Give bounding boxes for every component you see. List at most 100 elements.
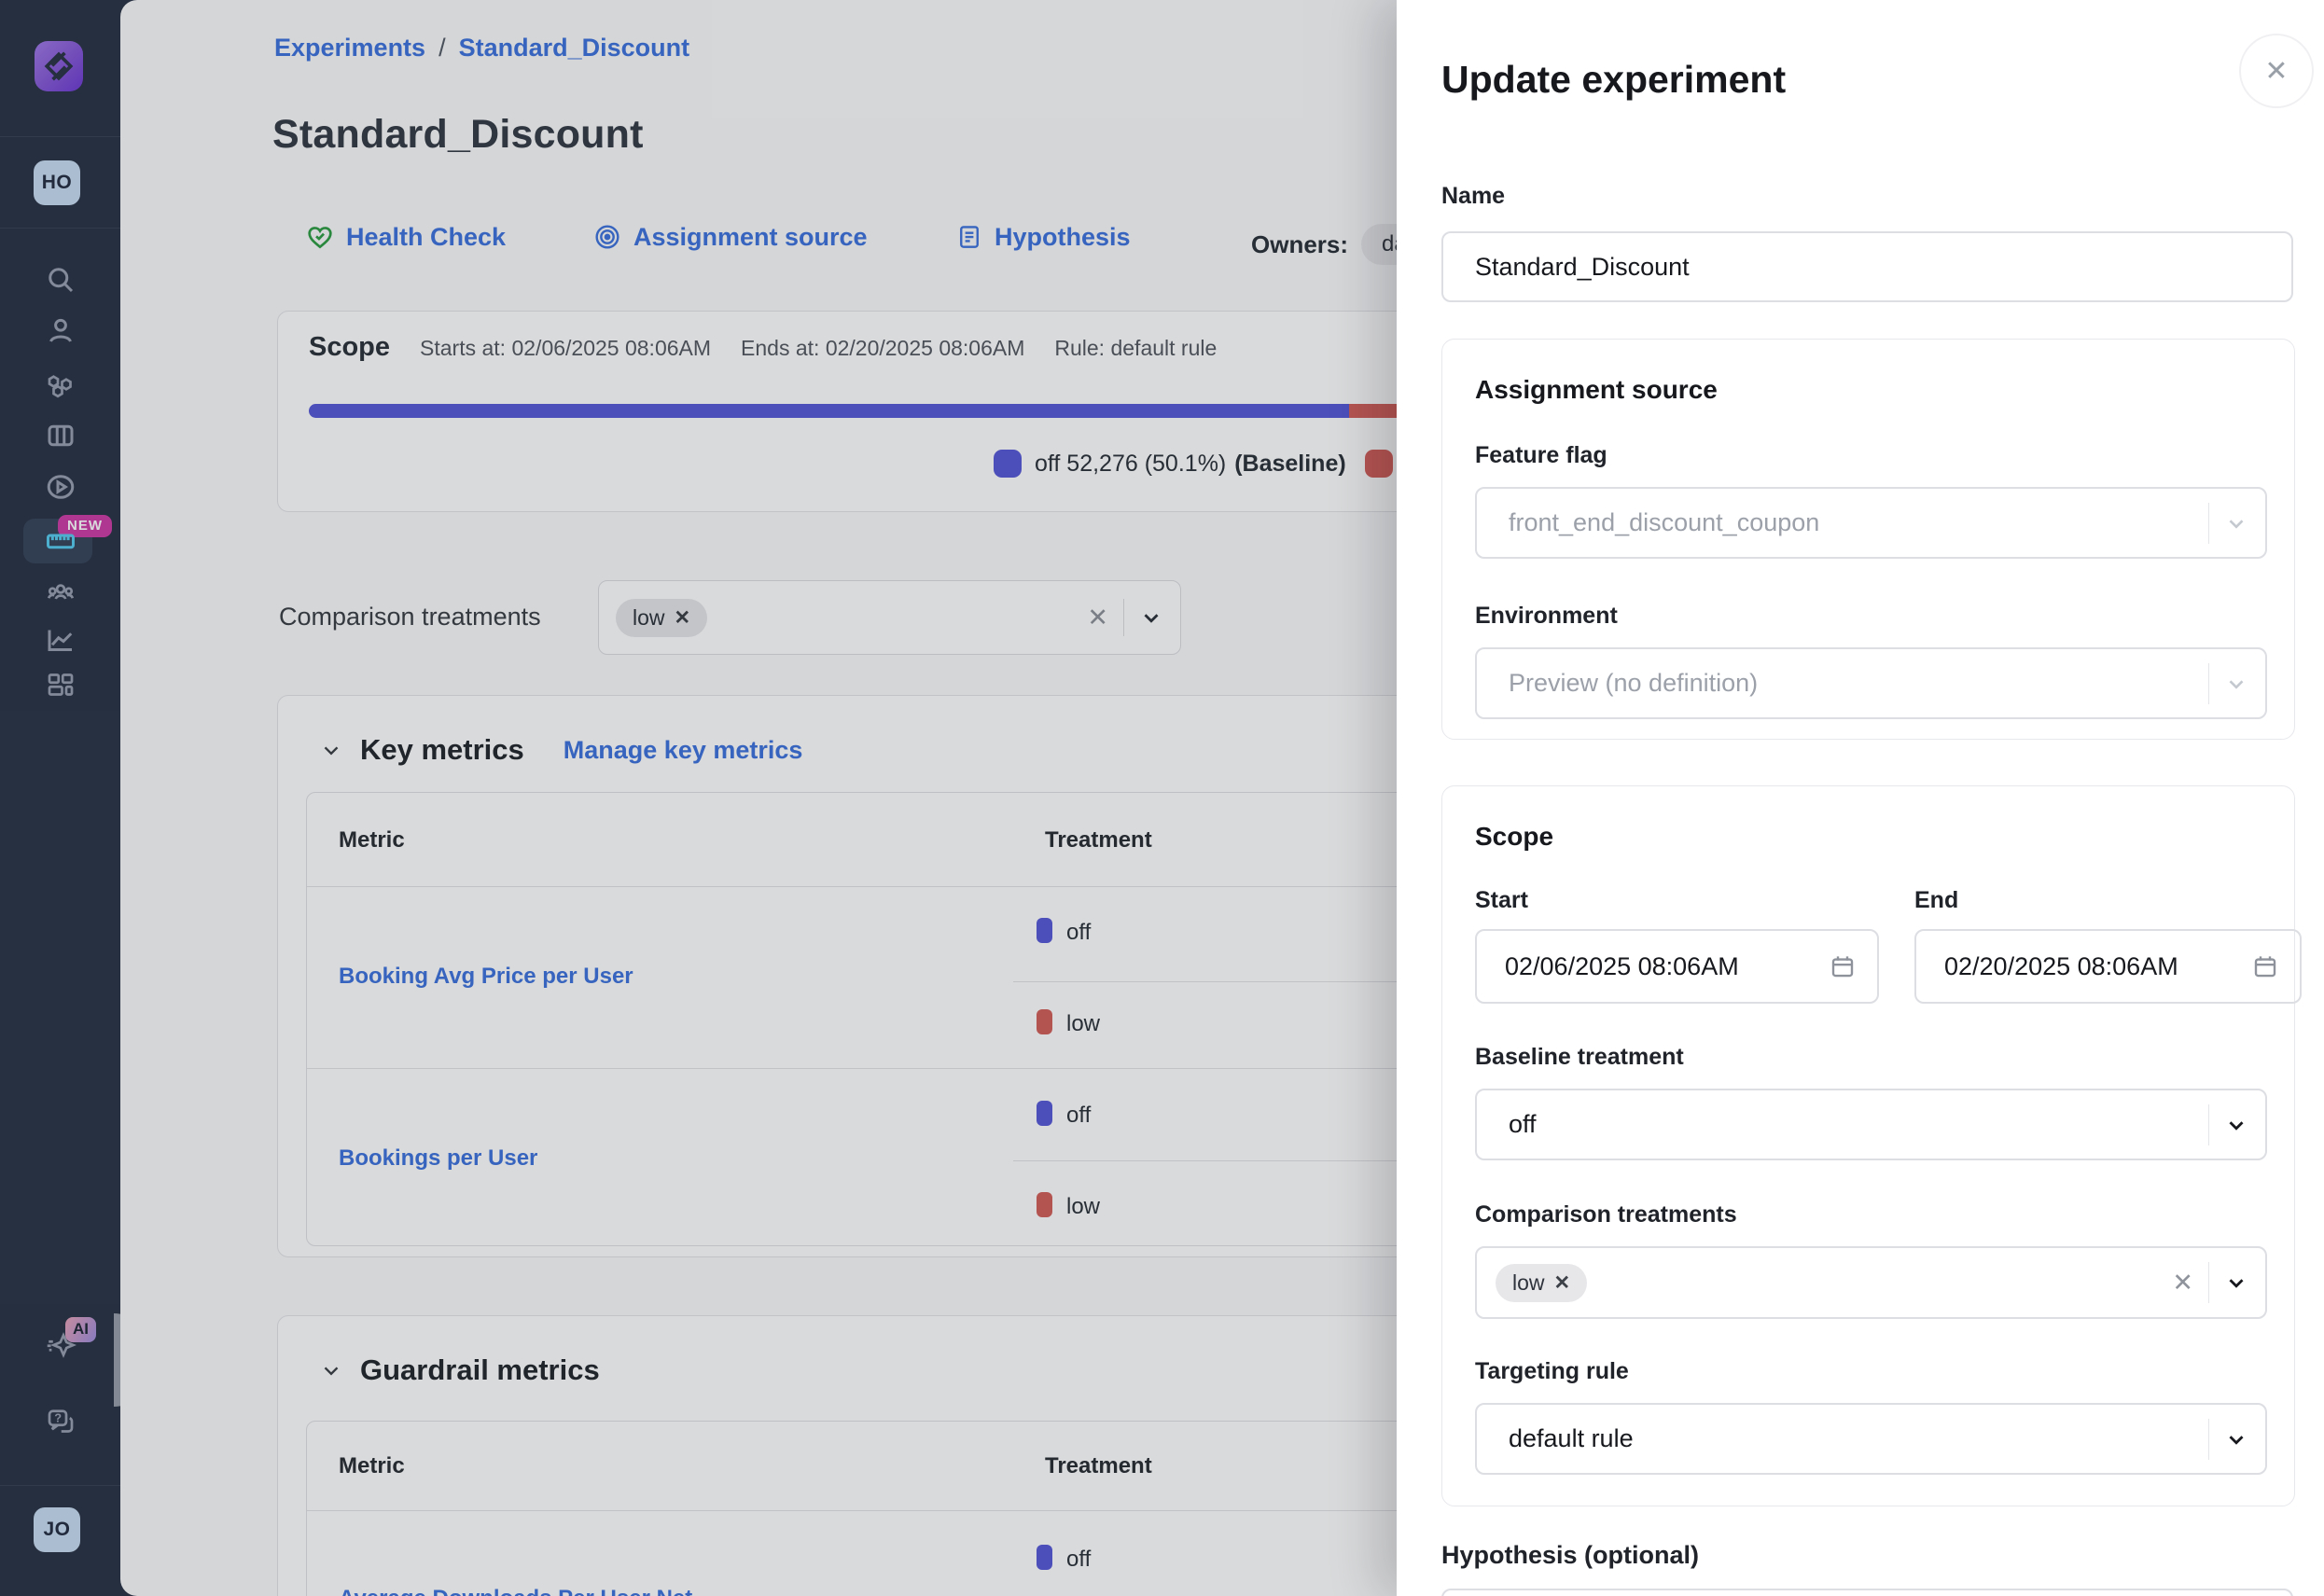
search-icon[interactable] xyxy=(44,263,77,297)
sidebar: HO NEW A xyxy=(0,0,120,1596)
end-date-value: 02/20/2025 08:06AM xyxy=(1944,952,2178,981)
legend-swatch-off xyxy=(994,450,1022,478)
hypothesis-input[interactable] xyxy=(1441,1589,2293,1596)
start-date-input[interactable]: 02/06/2025 08:06AM xyxy=(1475,929,1879,1004)
collapse-chevron-icon[interactable] xyxy=(319,738,343,762)
scope-label: Scope xyxy=(309,332,390,363)
users-icon[interactable] xyxy=(44,313,77,347)
treatment-swatch-off xyxy=(1037,1101,1052,1126)
columns-icon[interactable] xyxy=(44,419,77,452)
comparison-treatments-label: Comparison treatments xyxy=(279,603,541,631)
sidebar-divider xyxy=(0,228,120,229)
col-metric: Metric xyxy=(339,1453,405,1479)
health-check-link[interactable]: Health Check xyxy=(305,222,506,252)
heart-check-icon xyxy=(305,222,335,252)
targeting-rule-select[interactable]: default rule xyxy=(1475,1403,2267,1475)
breadcrumb: Experiments / Standard_Discount xyxy=(274,34,689,62)
workspace-avatar[interactable]: HO xyxy=(34,160,80,205)
chip-remove-icon[interactable]: ✕ xyxy=(675,606,691,630)
targeting-rule-value: default rule xyxy=(1509,1424,1634,1453)
metric-link[interactable]: Average Downloads Per User Net xyxy=(339,1586,692,1596)
select-divider xyxy=(2208,1262,2209,1303)
treatment-chip-low[interactable]: low✕ xyxy=(1496,1264,1587,1302)
page-title: Standard_Discount xyxy=(272,112,644,158)
environment-label: Environment xyxy=(1475,603,1618,630)
scope-rule: Rule: default rule xyxy=(1054,336,1217,361)
owners-label: Owners: xyxy=(1251,230,1348,259)
comparison-treatments-select[interactable]: low✕ ✕ xyxy=(598,580,1181,655)
calendar-icon[interactable] xyxy=(1829,952,1857,980)
chip-remove-icon[interactable]: ✕ xyxy=(1554,1271,1571,1295)
feature-flag-select[interactable]: front_end_discount_coupon xyxy=(1475,487,2267,559)
select-divider xyxy=(1123,599,1124,636)
end-label: End xyxy=(1914,887,1958,914)
close-button[interactable]: ✕ xyxy=(2239,34,2314,108)
hypothesis-label: Hypothesis (optional) xyxy=(1441,1541,1699,1570)
user-avatar[interactable]: JO xyxy=(34,1507,80,1552)
chevron-down-icon xyxy=(2224,672,2248,696)
environment-select[interactable]: Preview (no definition) xyxy=(1475,647,2267,719)
allocation-segment-off xyxy=(309,404,1349,418)
chevron-down-icon xyxy=(2224,1270,2248,1295)
treatment-name: low xyxy=(1066,1194,1100,1220)
scope-card: Scope Start End 02/06/2025 08:06AM 02/20… xyxy=(1441,785,2295,1506)
treatment-swatch-off xyxy=(1037,918,1052,943)
treatment-name: low xyxy=(1066,1011,1100,1037)
target-icon xyxy=(592,222,622,252)
collapse-chevron-icon[interactable] xyxy=(319,1358,343,1382)
treatment-name: off xyxy=(1066,1103,1091,1129)
col-treatment: Treatment xyxy=(1045,1453,1152,1479)
health-check-label: Health Check xyxy=(346,223,506,252)
key-metrics-title: Key metrics xyxy=(360,733,524,767)
hypothesis-label: Hypothesis xyxy=(995,223,1131,252)
treatment-swatch-off xyxy=(1037,1545,1052,1570)
assignment-source-card: Assignment source Feature flag front_end… xyxy=(1441,339,2295,740)
treatment-name: off xyxy=(1066,1547,1091,1573)
ai-badge: AI xyxy=(65,1317,96,1342)
select-divider xyxy=(2208,503,2209,544)
name-input[interactable]: Standard_Discount xyxy=(1441,231,2293,302)
close-icon: ✕ xyxy=(2264,55,2288,88)
audiences-icon[interactable] xyxy=(44,576,77,610)
baseline-treatment-select[interactable]: off xyxy=(1475,1089,2267,1160)
end-date-input[interactable]: 02/20/2025 08:06AM xyxy=(1914,929,2302,1004)
targeting-rule-label: Targeting rule xyxy=(1475,1358,1629,1385)
treatment-chip-low[interactable]: low✕ xyxy=(616,599,707,637)
app-window: HO NEW A xyxy=(0,0,2324,1596)
start-date-value: 02/06/2025 08:06AM xyxy=(1505,952,1739,981)
hypothesis-link[interactable]: Hypothesis xyxy=(955,222,1131,252)
feature-flag-label: Feature flag xyxy=(1475,442,1607,469)
start-label: Start xyxy=(1475,887,1528,914)
ruler-icon xyxy=(44,524,77,558)
statsig-logo[interactable] xyxy=(35,41,83,91)
breadcrumb-current-link[interactable]: Standard_Discount xyxy=(459,34,690,62)
assignment-source-link[interactable]: Assignment source xyxy=(592,222,868,252)
assignment-source-label: Assignment source xyxy=(633,223,868,252)
dashboard-icon[interactable] xyxy=(44,668,77,701)
chevron-down-icon xyxy=(2224,1113,2248,1137)
scope-heading: Scope xyxy=(1475,822,1553,852)
manage-key-metrics-link[interactable]: Manage key metrics xyxy=(564,736,803,765)
calendar-icon[interactable] xyxy=(2251,952,2279,980)
col-metric: Metric xyxy=(339,827,405,854)
chevron-down-icon[interactable] xyxy=(1139,605,1163,630)
comparison-treatments-label: Comparison treatments xyxy=(1475,1201,1737,1228)
metric-link[interactable]: Booking Avg Price per User xyxy=(339,964,633,990)
comparison-treatments-select[interactable]: low✕ ✕ xyxy=(1475,1246,2267,1319)
logo-diamond-icon xyxy=(43,50,75,82)
scope-starts: Starts at: 02/06/2025 08:06AM xyxy=(420,336,711,361)
allocation-legend: off 52,276 (50.1%) (Baseline) low xyxy=(994,450,1440,478)
metrics-icon[interactable] xyxy=(44,623,77,657)
col-treatment: Treatment xyxy=(1045,827,1152,854)
help-chat-icon[interactable]: ? xyxy=(44,1405,77,1438)
metric-link[interactable]: Bookings per User xyxy=(339,1145,537,1172)
treatment-name: off xyxy=(1066,920,1091,946)
environment-value: Preview (no definition) xyxy=(1509,669,1758,698)
baseline-treatment-label: Baseline treatment xyxy=(1475,1044,1684,1071)
hexagons-icon[interactable] xyxy=(44,368,77,401)
sidebar-divider xyxy=(0,1485,120,1486)
clear-icon[interactable]: ✕ xyxy=(1087,604,1108,632)
breadcrumb-experiments-link[interactable]: Experiments xyxy=(274,34,425,62)
clear-icon[interactable]: ✕ xyxy=(2172,1269,2193,1298)
release-icon[interactable] xyxy=(44,470,77,504)
